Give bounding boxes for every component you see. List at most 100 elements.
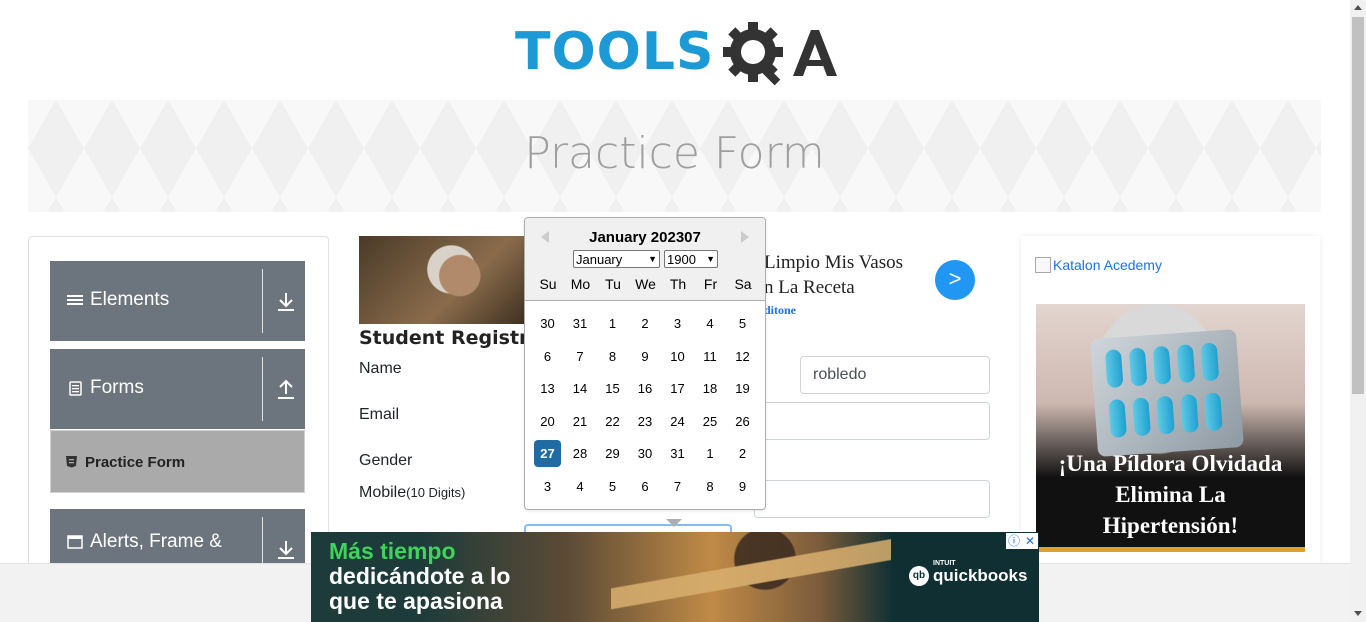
calendar-day[interactable]: 25 (697, 408, 724, 435)
chevron-down-icon: ▼ (706, 254, 715, 264)
sidebar-item-practice-form[interactable]: Practice Form (50, 430, 305, 493)
calendar-day[interactable]: 6 (632, 473, 659, 500)
sidebar-group-forms[interactable]: Forms (50, 349, 305, 429)
pill (1180, 393, 1199, 433)
katalon-ad-link[interactable]: Katalon Acedemy (1035, 257, 1162, 273)
year-select[interactable]: 1900 ▼ (664, 250, 718, 268)
calendar-day[interactable]: 30 (534, 310, 561, 337)
calendar-day[interactable]: 20 (534, 408, 561, 435)
bottom-ad-line3: que te apasiona (329, 588, 503, 614)
calendar-day[interactable]: 9 (729, 473, 756, 500)
calendar-day[interactable]: 26 (729, 408, 756, 435)
name-label: Name (359, 360, 402, 377)
logo-text: TOOLS (515, 22, 715, 82)
calendar-day[interactable]: 5 (729, 310, 756, 337)
pill-ad-line3: Hipertensión! (1102, 513, 1239, 538)
pill (1204, 392, 1223, 432)
datepicker-popup: January 202307 January ▼ 1900 ▼ Su Mo Tu We Th… (524, 217, 766, 510)
page: TOOLS Practice Form Elements Forms Pract… (0, 0, 1366, 622)
calendar-day[interactable]: 1 (599, 310, 626, 337)
calendar-day[interactable]: 12 (729, 343, 756, 370)
calendar-day[interactable]: 16 (632, 375, 659, 402)
day-name: Th (669, 276, 687, 292)
calendar-day[interactable]: 10 (664, 343, 691, 370)
scroll-up-arrow-icon[interactable] (1354, 5, 1362, 10)
calendar-day[interactable]: 11 (697, 343, 724, 370)
month-select[interactable]: January ▼ (573, 250, 660, 268)
mobile-hint: (10 Digits) (406, 485, 466, 500)
calendar-day[interactable]: 29 (599, 440, 626, 467)
pill-ad-line1: ¡Una Píldora Olvidada (1058, 451, 1283, 476)
calendar-day[interactable]: 18 (697, 375, 724, 402)
calendar-day[interactable]: 14 (567, 375, 594, 402)
calendar-day[interactable]: 22 (599, 408, 626, 435)
calendar-day[interactable]: 1 (697, 440, 724, 467)
calendar-day[interactable]: 4 (567, 473, 594, 500)
ad-next-button[interactable]: > (935, 260, 975, 300)
katalon-ad-alt-text: Katalon Acedemy (1053, 257, 1162, 273)
ad-info-icon[interactable]: ⓘ (1006, 533, 1022, 549)
inline-ad-text[interactable]: Limpio Mis Vasos n La Receta (764, 250, 903, 300)
datepicker-current-month: January 202307 (589, 229, 701, 246)
calendar-day[interactable]: 2 (632, 310, 659, 337)
last-name-input[interactable]: robledo (800, 356, 990, 394)
mobile-label-wrap: Mobile(10 Digits) (359, 484, 465, 502)
calendar-day[interactable]: 3 (534, 473, 561, 500)
email-input[interactable] (754, 402, 990, 440)
ad-thumbnail-image[interactable] (359, 236, 527, 324)
mobile-input[interactable] (754, 480, 990, 518)
calendar-day[interactable]: 7 (664, 473, 691, 500)
calendar-day[interactable]: 15 (599, 375, 626, 402)
calendar-day[interactable]: 2 (729, 440, 756, 467)
ad-close-icon[interactable]: ✕ (1022, 533, 1038, 549)
calendar-day[interactable]: 19 (729, 375, 756, 402)
calendar-day[interactable]: 17 (664, 375, 691, 402)
toolsqa-logo[interactable]: TOOLS (515, 16, 840, 92)
calendar-day[interactable]: 6 (534, 343, 561, 370)
calendar-day[interactable]: 8 (599, 343, 626, 370)
calendar-day[interactable]: 13 (534, 375, 561, 402)
calendar-day[interactable]: 24 (664, 408, 691, 435)
day-name: Sa (734, 276, 752, 292)
calendar-day[interactable]: 8 (697, 473, 724, 500)
download-icon[interactable] (276, 539, 296, 561)
pill-ad-banner[interactable]: ¡Una Píldora Olvidada Elimina La Hiperte… (1036, 304, 1305, 552)
broken-image-icon (1035, 257, 1051, 273)
pill (1176, 344, 1196, 384)
datepicker-pointer (666, 519, 682, 527)
sidebar-group-alerts-label-wrap: Alerts, Frame & (66, 531, 222, 553)
sidebar-item-label: Practice Form (85, 454, 186, 471)
calendar-day[interactable]: 5 (599, 473, 626, 500)
calendar-day[interactable]: 28 (567, 440, 594, 467)
calendar-day[interactable]: 31 (567, 310, 594, 337)
calendar-day[interactable]: 30 (632, 440, 659, 467)
vertical-scrollbar[interactable] (1350, 0, 1366, 622)
calendar-day[interactable]: 23 (632, 408, 659, 435)
page-banner: Practice Form (28, 100, 1321, 212)
day-name: Su (539, 276, 557, 292)
calendar-day[interactable]: 21 (567, 408, 594, 435)
pill (1128, 347, 1148, 387)
day-name: Tu (605, 276, 621, 292)
hamburger-icon (67, 295, 83, 305)
calendar-day[interactable]: 3 (664, 310, 691, 337)
next-month-icon[interactable] (741, 231, 749, 243)
sidebar-group-label: Forms (90, 377, 144, 398)
scroll-down-arrow-icon[interactable] (1354, 611, 1362, 616)
calendar-day[interactable]: 7 (567, 343, 594, 370)
pill-ad-line2: Elimina La (1115, 482, 1226, 507)
quickbooks-ad-banner[interactable]: Más tiempo dedicándote a lo que te apasi… (311, 532, 1039, 622)
calendar-day[interactable]: 4 (697, 310, 724, 337)
calendar-day[interactable]: 9 (632, 343, 659, 370)
pill (1104, 349, 1124, 389)
inline-ad-line1: Limpio Mis Vasos (764, 252, 904, 273)
gender-label: Gender (359, 452, 413, 469)
sidebar-group-elements[interactable]: Elements (50, 261, 305, 341)
upload-icon[interactable] (276, 379, 296, 401)
html5-icon (66, 456, 77, 468)
calendar-day[interactable]: 31 (664, 440, 691, 467)
calendar-day-selected[interactable]: 27 (534, 440, 561, 467)
download-icon[interactable] (276, 291, 296, 313)
inline-ad-source[interactable]: ditone (764, 303, 796, 318)
scrollbar-thumb[interactable] (1352, 17, 1364, 394)
